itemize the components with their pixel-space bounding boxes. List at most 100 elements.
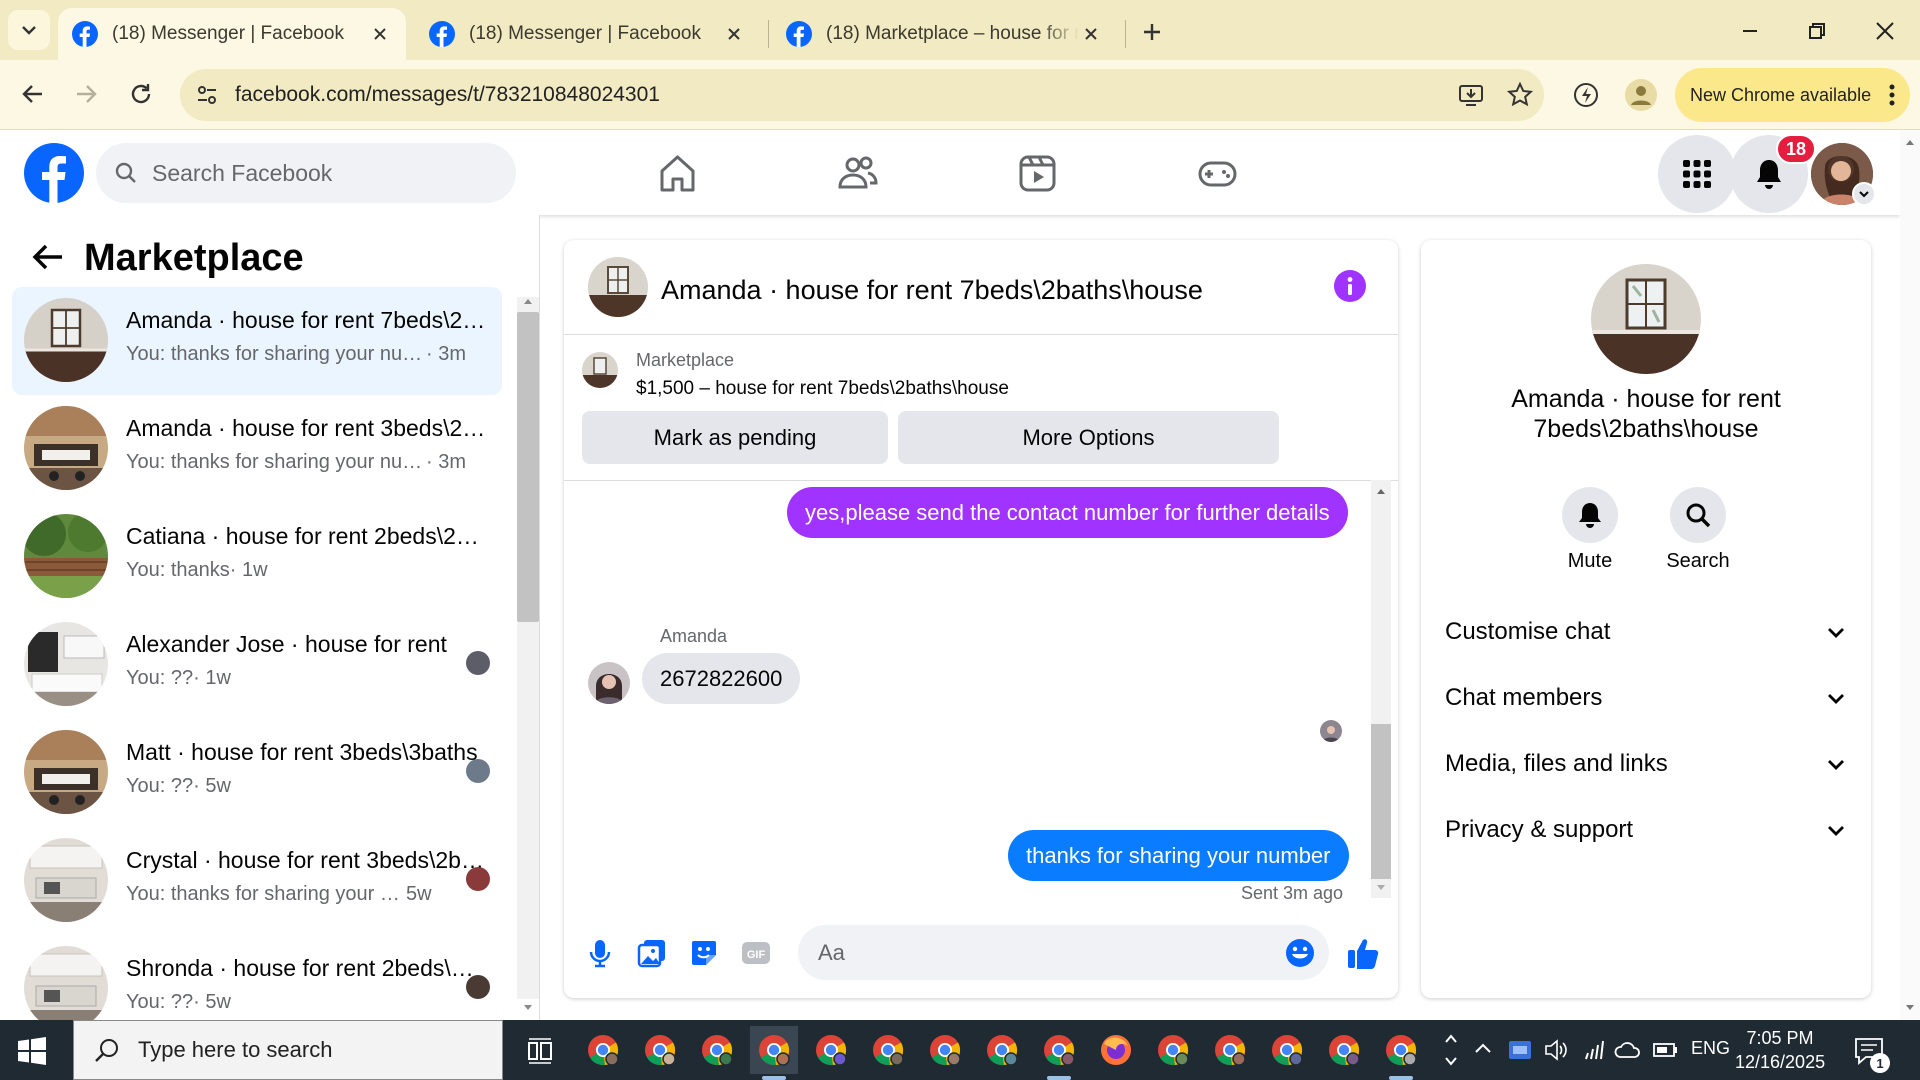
outgoing-message[interactable]: thanks for sharing your number <box>1008 830 1349 881</box>
conversation-item[interactable]: Shronda · house for rent 2beds\2baths You… <box>12 935 502 1020</box>
conversation-item[interactable]: Amanda · house for rent 3beds\2baths\hou… <box>12 395 502 503</box>
sticker-button[interactable] <box>688 937 720 969</box>
privacy-support-section[interactable]: Privacy & support <box>1445 802 1847 858</box>
firefox-taskbar-button[interactable] <box>1092 1026 1140 1074</box>
customise-chat-section[interactable]: Customise chat <box>1445 604 1847 660</box>
scroll-up-arrow[interactable] <box>521 294 535 308</box>
voice-clip-button[interactable] <box>584 937 616 969</box>
mark-as-pending-button[interactable]: Mark as pending <box>582 411 888 464</box>
chrome-taskbar-button[interactable] <box>1149 1026 1197 1074</box>
start-button[interactable] <box>18 1037 46 1065</box>
details-avatar[interactable] <box>1591 264 1701 374</box>
chrome-taskbar-button[interactable] <box>1206 1026 1254 1074</box>
listing-thumbnail[interactable] <box>582 352 618 388</box>
close-tab-icon[interactable] <box>1079 22 1103 46</box>
chrome-taskbar-button[interactable] <box>636 1026 684 1074</box>
account-menu-chevron[interactable] <box>1852 182 1876 206</box>
message-input[interactable]: Aa <box>798 925 1329 980</box>
divider <box>564 334 1398 335</box>
profile-avatar[interactable] <box>1625 79 1657 111</box>
nav-friends[interactable] <box>835 151 880 196</box>
scroll-down-arrow[interactable] <box>1374 881 1388 895</box>
send-like-button[interactable] <box>1346 935 1382 971</box>
chrome-taskbar-button[interactable] <box>750 1026 798 1074</box>
chrome-taskbar-button[interactable] <box>921 1026 969 1074</box>
onedrive-icon[interactable] <box>1614 1037 1642 1063</box>
conversation-item[interactable]: Amanda · house for rent 7beds\2baths\hou… <box>12 287 502 395</box>
more-options-button[interactable]: More Options <box>898 411 1279 464</box>
chrome-taskbar-button[interactable] <box>693 1026 741 1074</box>
search-in-conversation-button[interactable] <box>1670 487 1726 543</box>
mute-button[interactable] <box>1562 487 1618 543</box>
chevron-down-icon <box>1828 694 1844 704</box>
back-to-chats-button[interactable] <box>28 237 68 277</box>
emoji-button[interactable] <box>1284 937 1316 969</box>
site-info-icon[interactable] <box>194 82 220 108</box>
incoming-message[interactable]: 2672822600 <box>642 653 801 704</box>
reload-button[interactable] <box>121 74 161 114</box>
sender-avatar[interactable] <box>588 662 630 704</box>
tab-marketplace[interactable]: (18) Marketplace – house for rent <box>772 8 1117 60</box>
chrome-taskbar-button[interactable] <box>1035 1026 1083 1074</box>
nav-video[interactable] <box>1015 151 1060 196</box>
new-chrome-available-button[interactable]: New Chrome available <box>1675 68 1910 122</box>
menu-button[interactable] <box>1658 135 1736 213</box>
tab-messenger[interactable]: (18) Messenger | Facebook <box>415 8 760 60</box>
bookmark-star-icon[interactable] <box>1506 81 1534 109</box>
minimize-button[interactable] <box>1735 16 1765 46</box>
task-view-button[interactable] <box>525 1036 555 1066</box>
scrollbar-thumb[interactable] <box>1371 724 1391 879</box>
outgoing-message[interactable]: yes,please send the contact number for f… <box>787 487 1348 538</box>
chat-avatar[interactable] <box>588 257 648 317</box>
volume-icon[interactable] <box>1543 1037 1569 1063</box>
attach-photo-button[interactable] <box>636 937 668 969</box>
close-tab-icon[interactable] <box>722 22 746 46</box>
close-window-button[interactable] <box>1870 16 1900 46</box>
taskbar-scroll-arrows[interactable] <box>1443 1028 1459 1072</box>
tab-search-button[interactable] <box>8 10 50 50</box>
wifi-icon[interactable] <box>1580 1037 1606 1063</box>
conversation-item[interactable]: Catiana · house for rent 2beds\2baths You… <box>12 503 502 611</box>
conversation-info-button[interactable] <box>1334 270 1366 302</box>
chrome-taskbar-button[interactable] <box>579 1026 627 1074</box>
scrollbar-thumb[interactable] <box>517 312 539 622</box>
facebook-search-input[interactable]: Search Facebook <box>96 143 516 203</box>
restore-button[interactable] <box>1802 16 1832 46</box>
taskbar-search-box[interactable]: Type here to search <box>73 1020 503 1080</box>
forward-button[interactable] <box>66 74 106 114</box>
gif-button[interactable]: GIF <box>740 937 772 969</box>
facebook-logo[interactable] <box>24 143 84 203</box>
tab-messenger-active[interactable]: (18) Messenger | Facebook <box>58 8 406 60</box>
vpn-tray-icon[interactable] <box>1507 1037 1533 1063</box>
conversation-item[interactable]: Matt · house for rent 3beds\3baths You: ?… <box>12 719 502 827</box>
chrome-taskbar-button[interactable] <box>864 1026 912 1074</box>
battery-icon[interactable] <box>1652 1037 1678 1063</box>
chrome-icon <box>759 1035 790 1066</box>
scroll-down-arrow[interactable] <box>521 1001 535 1015</box>
back-button[interactable] <box>13 74 53 114</box>
conversation-item[interactable]: Crystal · house for rent 3beds\2baths You… <box>12 827 502 935</box>
install-app-icon[interactable] <box>1457 81 1485 109</box>
address-bar[interactable]: facebook.com/messages/t/783210848024301 <box>180 69 1544 121</box>
close-tab-icon[interactable] <box>368 22 392 46</box>
show-hidden-icons-button[interactable] <box>1472 1038 1494 1060</box>
media-files-links-section[interactable]: Media, files and links <box>1445 736 1847 792</box>
system-clock[interactable]: 7:05 PM 12/16/2025 <box>1735 1026 1825 1074</box>
chat-members-section[interactable]: Chat members <box>1445 670 1847 726</box>
chrome-taskbar-button[interactable] <box>978 1026 1026 1074</box>
scroll-down-arrow[interactable] <box>1904 1002 1916 1014</box>
chrome-taskbar-button[interactable] <box>807 1026 855 1074</box>
chrome-taskbar-button[interactable] <box>1320 1026 1368 1074</box>
new-tab-button[interactable] <box>1138 18 1166 46</box>
chrome-taskbar-button[interactable] <box>1377 1026 1425 1074</box>
nav-gaming[interactable] <box>1195 151 1240 196</box>
scroll-up-arrow[interactable] <box>1904 136 1916 148</box>
input-language[interactable]: ENG <box>1691 1038 1730 1059</box>
performance-icon[interactable] <box>1571 80 1601 110</box>
listing-description[interactable]: $1,500 – house for rent 7beds\2baths\hou… <box>636 378 1009 400</box>
nav-home[interactable] <box>655 151 700 196</box>
page-scrollbar[interactable] <box>1900 131 1920 1020</box>
scroll-up-arrow[interactable] <box>1374 484 1388 498</box>
chrome-taskbar-button[interactable] <box>1263 1026 1311 1074</box>
conversation-item[interactable]: Alexander Jose · house for rent You: ?? ·… <box>12 611 502 719</box>
